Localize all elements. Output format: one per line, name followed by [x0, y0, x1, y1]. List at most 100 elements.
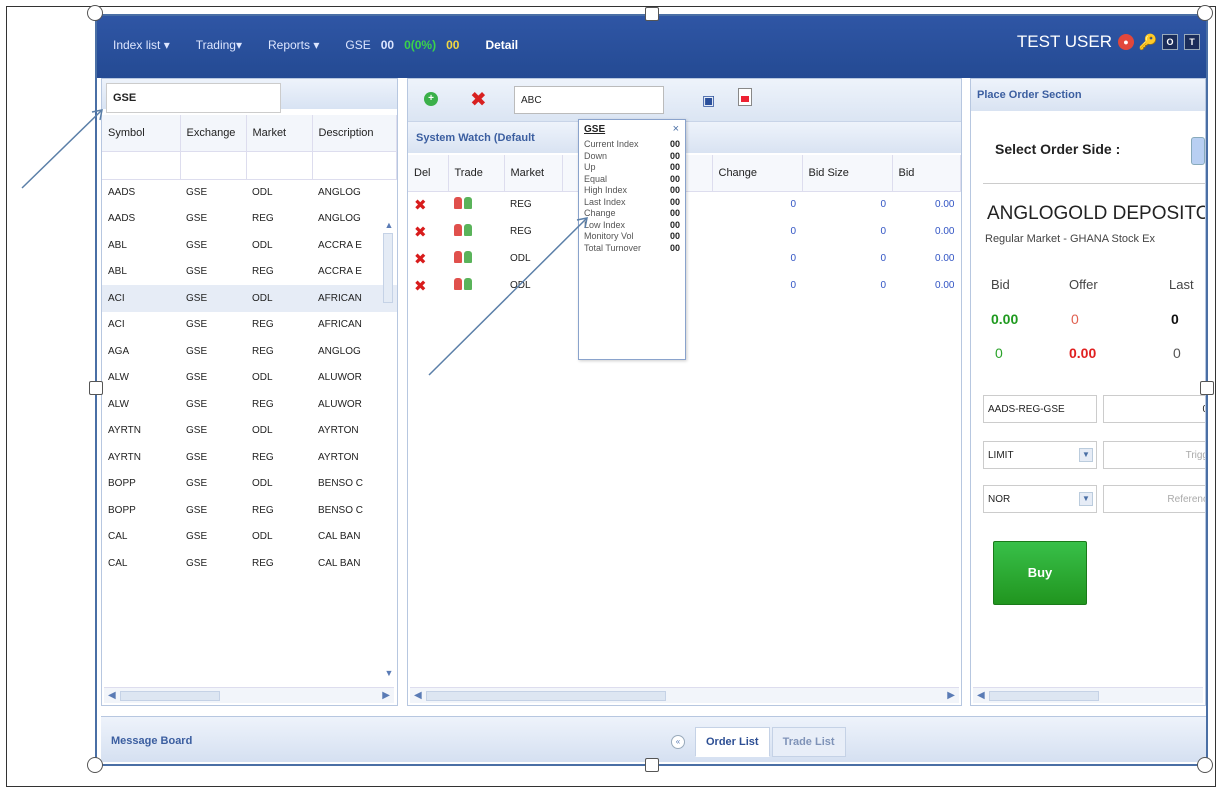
exchange-cell: GSE	[186, 239, 208, 251]
col-market[interactable]: Market	[246, 115, 313, 152]
filter-description[interactable]	[312, 151, 397, 180]
resize-handle-top-center[interactable]	[645, 7, 659, 21]
col-description[interactable]: Description	[312, 115, 397, 152]
o-button[interactable]: O	[1162, 34, 1178, 50]
watch-horizontal-scrollbar[interactable]: ◀ ▶	[410, 687, 959, 703]
col-bid[interactable]: Bid	[892, 155, 961, 192]
table-row[interactable]: BOPP GSE REG BENSO C	[102, 497, 397, 524]
scroll-up-icon[interactable]: ▲	[383, 219, 395, 231]
resize-handle-bottom-left[interactable]	[87, 757, 103, 773]
scroll-right-icon[interactable]: ▶	[382, 690, 390, 701]
symbol-cell: CAL	[108, 531, 128, 543]
user-area: TEST USER ● 🔑 O T	[1017, 32, 1200, 52]
symbol-cell: AGA	[108, 345, 130, 357]
user-status-icon[interactable]: ●	[1118, 34, 1134, 50]
delete-icon[interactable]: ✖	[470, 87, 487, 112]
table-row[interactable]: ACI GSE REG AFRICAN	[102, 312, 397, 339]
resize-handle-bottom-center[interactable]	[645, 758, 659, 772]
trigger-price-field[interactable]: Trigg	[1103, 441, 1205, 469]
tab-trade-list[interactable]: Trade List	[771, 727, 846, 757]
scroll-thumb[interactable]	[383, 233, 393, 303]
export-icon[interactable]	[738, 88, 752, 106]
scroll-left-icon[interactable]: ◀	[414, 690, 422, 701]
save-icon[interactable]: ▣	[702, 92, 715, 109]
resize-handle-middle-left[interactable]	[89, 381, 103, 395]
reference-field[interactable]: Referenc	[1103, 485, 1205, 513]
buy-button[interactable]: Buy	[993, 541, 1087, 605]
col-del[interactable]: Del	[408, 155, 449, 192]
scroll-right-icon[interactable]: ▶	[947, 690, 955, 701]
menu-reports[interactable]: Reports ▾	[268, 38, 319, 52]
table-row[interactable]: BOPP GSE ODL BENSO C	[102, 471, 397, 498]
table-row[interactable]: ABL GSE ODL ACCRA E	[102, 232, 397, 259]
symbol-table: Symbol Exchange Market Description AADS G…	[102, 115, 397, 577]
key-icon[interactable]: 🔑	[1139, 34, 1158, 51]
scroll-left-icon[interactable]: ◀	[977, 690, 985, 701]
table-row[interactable]: AYRTN GSE ODL AYRTON	[102, 418, 397, 445]
table-row[interactable]: ACI GSE ODL AFRICAN	[102, 285, 397, 312]
index-selector[interactable]: GSE	[106, 83, 281, 113]
chevron-down-icon[interactable]: ▼	[1079, 448, 1093, 462]
quantity-field[interactable]: 0	[1103, 395, 1205, 423]
order-horizontal-scrollbar[interactable]: ◀	[973, 687, 1203, 703]
change-cell: 0	[790, 253, 796, 264]
add-icon[interactable]: +	[424, 92, 438, 106]
market-cell: ODL	[252, 478, 273, 490]
table-row[interactable]: ALW GSE ODL ALUWOR	[102, 365, 397, 392]
chevron-down-icon[interactable]: ▼	[1079, 492, 1093, 506]
symbol-field[interactable]: AADS-REG-GSE	[983, 395, 1097, 423]
col-bid-size[interactable]: Bid Size	[802, 155, 893, 192]
trade-icon[interactable]	[454, 197, 472, 210]
col-exchange[interactable]: Exchange	[180, 115, 247, 152]
table-row[interactable]: ALW GSE REG ALUWOR	[102, 391, 397, 418]
t-button[interactable]: T	[1184, 34, 1200, 50]
filter-market[interactable]	[246, 151, 313, 180]
symbol-horizontal-scrollbar[interactable]: ◀ ▶	[104, 687, 394, 703]
market-cell: ODL	[252, 187, 273, 198]
resize-handle-middle-right[interactable]	[1200, 381, 1214, 395]
menu-trading[interactable]: Trading▾	[196, 38, 242, 52]
offer-size-value: 0	[1071, 311, 1079, 327]
scroll-thumb[interactable]	[989, 691, 1099, 701]
bid-size-cell: 0	[880, 199, 886, 211]
resize-handle-top-right[interactable]	[1197, 5, 1213, 21]
resize-handle-bottom-right[interactable]	[1197, 757, 1213, 773]
table-row[interactable]: AGA GSE REG ANGLOG	[102, 338, 397, 365]
col-symbol[interactable]: Symbol	[102, 115, 181, 152]
offer-value: 0.00	[1069, 345, 1097, 361]
col-trade[interactable]: Trade	[448, 155, 505, 192]
bid-cell: 0.00	[935, 226, 955, 237]
col-change[interactable]: Change	[712, 155, 803, 192]
filter-exchange[interactable]	[180, 151, 247, 180]
table-row[interactable]: AADS GSE REG ANGLOG	[102, 206, 397, 233]
watch-symbol-input[interactable]: ABC	[514, 86, 664, 114]
security-name: ANGLOGOLD DEPOSITO	[987, 203, 1206, 224]
scroll-thumb[interactable]	[426, 691, 666, 701]
resize-handle-top-left[interactable]	[87, 5, 103, 21]
scroll-thumb[interactable]	[120, 691, 220, 701]
sell-icon[interactable]	[454, 197, 462, 210]
menu-index-list[interactable]: Index list ▾	[113, 38, 170, 52]
table-row[interactable]: ABL GSE REG ACCRA E	[102, 259, 397, 286]
popup-row: High Index 00	[584, 185, 680, 197]
col-market[interactable]: Market	[504, 155, 563, 192]
collapse-icon[interactable]: «	[671, 735, 685, 749]
scroll-down-icon[interactable]: ▼	[383, 667, 395, 679]
tab-order-list[interactable]: Order List	[695, 727, 770, 757]
market-cell: ODL	[246, 285, 312, 312]
table-row[interactable]: AYRTN GSE REG AYRTON	[102, 444, 397, 471]
order-side-toggle[interactable]	[1191, 137, 1205, 165]
filter-symbol[interactable]	[102, 151, 181, 180]
close-icon[interactable]: ×	[673, 123, 679, 135]
annotation-arrow-center	[428, 217, 588, 376]
table-row[interactable]: CAL GSE REG CAL BAN	[102, 550, 397, 577]
table-row[interactable]: CAL GSE ODL CAL BAN	[102, 524, 397, 551]
popup-row-value: 00	[669, 219, 680, 230]
symbol-vertical-scrollbar[interactable]: ▲ ▼	[383, 219, 395, 679]
table-row[interactable]: AADS GSE ODL ANGLOG	[102, 179, 397, 206]
symbol-cell: CAL	[108, 557, 128, 569]
symbol-list-panel: GSE Symbol Exchange Market Description A…	[101, 78, 398, 706]
scroll-left-icon[interactable]: ◀	[108, 690, 116, 701]
detail-link[interactable]: Detail	[485, 38, 518, 52]
buy-icon[interactable]	[464, 197, 472, 210]
